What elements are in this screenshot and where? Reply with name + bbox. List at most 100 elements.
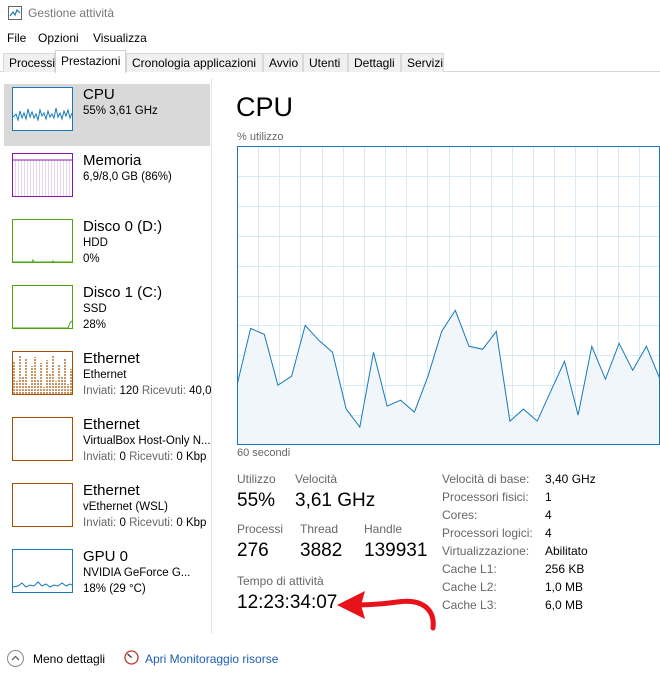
sidebar-item-ethernet-3[interactable]: Ethernet vEthernet (WSL) Inviati: 0 Rice… <box>4 480 210 542</box>
received-value: 0 Kbp <box>176 451 207 463</box>
threads-label: Thread <box>300 522 339 536</box>
sidebar-item-detail: Inviati: 0 Ricevuti: 0 Kbp <box>83 451 206 463</box>
spec-label: Cache L3: <box>442 598 497 612</box>
utilization-value: 55% <box>237 490 276 511</box>
sent-label: Inviati: <box>83 451 117 463</box>
tab-startup[interactable]: Avvio <box>263 53 303 72</box>
sidebar-item-ethernet-1[interactable]: Ethernet Ethernet Inviati: 120 Ricevuti:… <box>4 348 212 410</box>
sent-label: Inviati: <box>83 385 117 397</box>
menu-options[interactable]: Opzioni <box>38 31 79 45</box>
sidebar-item-detail: 18% (29 °C) <box>83 583 146 595</box>
red-arrow-annotation <box>337 591 436 631</box>
title-bar: Gestione attività <box>0 0 660 28</box>
received-label: Ricevuti: <box>129 517 174 529</box>
tab-processes[interactable]: Processi <box>3 53 55 72</box>
sidebar-item-title: Ethernet <box>83 350 140 367</box>
spec-value: 1 <box>545 490 552 504</box>
graph-x-label: 60 secondi <box>237 447 291 459</box>
spec-label: Cores: <box>442 508 478 522</box>
resource-sidebar: CPU 55% 3,61 GHz Memoria 6,9/8,0 GB (86%… <box>0 78 212 634</box>
spec-label: Velocità di base: <box>442 472 530 486</box>
sidebar-item-detail: Inviati: 120 Ricevuti: 40,0 <box>83 385 212 397</box>
tab-services[interactable]: Servizi <box>401 53 444 72</box>
menu-bar: File Opzioni Visualizza <box>0 28 660 48</box>
sidebar-item-subtitle: HDD <box>83 237 108 249</box>
received-value: 0 Kbp <box>176 517 207 529</box>
received-label: Ricevuti: <box>129 451 174 463</box>
sidebar-item-title: Ethernet <box>83 416 140 433</box>
sidebar-item-gpu[interactable]: GPU 0 NVIDIA GeForce G... 18% (29 °C) <box>4 546 210 608</box>
menu-file[interactable]: File <box>7 31 26 45</box>
page-title: CPU <box>236 92 294 122</box>
window-title: Gestione attività <box>28 6 115 20</box>
spec-label: Cache L2: <box>442 580 497 594</box>
uptime-value: 12:23:34:07 <box>237 592 338 613</box>
open-resource-monitor-link[interactable]: Apri Monitoraggio risorse <box>145 652 278 666</box>
sidebar-item-title: Disco 0 (D:) <box>83 218 163 235</box>
received-value: 40,0 <box>189 385 212 397</box>
sidebar-item-title: GPU 0 <box>83 548 129 565</box>
sidebar-item-subtitle: VirtualBox Host-Only N... <box>83 435 211 447</box>
chevron-up-icon[interactable] <box>7 650 24 667</box>
tab-details[interactable]: Dettagli <box>348 53 401 72</box>
sidebar-item-subtitle: NVIDIA GeForce G... <box>83 567 191 579</box>
sidebar-item-ethernet-2[interactable]: Ethernet VirtualBox Host-Only N... Invia… <box>4 414 211 476</box>
sidebar-item-memory[interactable]: Memoria 6,9/8,0 GB (86%) <box>4 150 210 212</box>
cpu-thumbnail-graph <box>12 87 73 131</box>
sidebar-item-title: CPU <box>83 86 115 103</box>
sidebar-item-subtitle: Ethernet <box>83 369 127 381</box>
ethernet-2-thumbnail-graph <box>12 417 73 461</box>
sidebar-item-detail: 0% <box>83 253 100 265</box>
spec-value: 3,40 GHz <box>545 472 596 486</box>
graph-y-label: % utilizzo <box>237 131 284 143</box>
processes-value: 276 <box>237 540 269 561</box>
sidebar-item-cpu[interactable]: CPU 55% 3,61 GHz <box>4 84 210 146</box>
cpu-usage-graph <box>237 146 660 445</box>
tab-strip: Processi Prestazioni Cronologia applicaz… <box>0 50 660 73</box>
gpu-thumbnail-graph <box>12 549 73 593</box>
handles-value: 139931 <box>364 540 428 561</box>
tab-performance[interactable]: Prestazioni <box>55 50 126 73</box>
handles-label: Handle <box>364 522 403 536</box>
fewer-details-button[interactable]: Meno dettagli <box>33 652 105 666</box>
spec-label: Cache L1: <box>442 562 497 576</box>
sidebar-item-subtitle: SSD <box>83 303 107 315</box>
sidebar-item-detail: 28% <box>83 319 107 331</box>
spec-value: 4 <box>545 508 552 522</box>
sidebar-item-subtitle: vEthernet (WSL) <box>83 501 168 513</box>
sidebar-item-subtitle: 55% 3,61 GHz <box>83 105 158 117</box>
sidebar-item-detail: Inviati: 0 Ricevuti: 0 Kbp <box>83 517 206 529</box>
speed-label: Velocità <box>295 472 338 486</box>
sent-value: 0 <box>119 517 126 529</box>
spec-label: Virtualizzazione: <box>442 544 530 558</box>
spec-value: 6,0 MB <box>545 598 584 612</box>
tab-app-history[interactable]: Cronologia applicazioni <box>126 53 263 72</box>
spec-value: 4 <box>545 526 552 540</box>
spec-value: Abilitato <box>545 544 588 558</box>
sent-value: 0 <box>119 451 126 463</box>
memory-thumbnail-graph <box>12 153 73 197</box>
processes-label: Processi <box>237 522 284 536</box>
utilization-label: Utilizzo <box>237 472 276 486</box>
footer-bar: Meno dettagli Apri Monitoraggio risorse <box>0 640 660 675</box>
disk-0-thumbnail-graph <box>12 219 73 263</box>
task-manager-icon <box>8 6 22 20</box>
spec-value: 1,0 MB <box>545 580 584 594</box>
sidebar-item-disk-1[interactable]: Disco 1 (C:) SSD 28% <box>4 282 210 344</box>
spec-value: 256 KB <box>545 562 585 576</box>
sent-value: 120 <box>119 385 139 397</box>
threads-value: 3882 <box>300 540 343 561</box>
speed-value: 3,61 GHz <box>295 490 376 511</box>
sidebar-item-title: Memoria <box>83 152 142 169</box>
spec-label: Processori logici: <box>442 526 533 540</box>
menu-view[interactable]: Visualizza <box>93 31 147 45</box>
sidebar-item-subtitle: 6,9/8,0 GB (86%) <box>83 171 172 183</box>
disk-1-thumbnail-graph <box>12 285 73 329</box>
sidebar-item-disk-0[interactable]: Disco 0 (D:) HDD 0% <box>4 216 210 278</box>
resource-monitor-icon[interactable] <box>124 650 139 665</box>
sent-label: Inviati: <box>83 517 117 529</box>
sidebar-item-title: Disco 1 (C:) <box>83 284 163 301</box>
tab-users[interactable]: Utenti <box>303 53 348 72</box>
uptime-label: Tempo di attività <box>237 574 324 588</box>
ethernet-1-thumbnail-graph <box>12 351 73 395</box>
